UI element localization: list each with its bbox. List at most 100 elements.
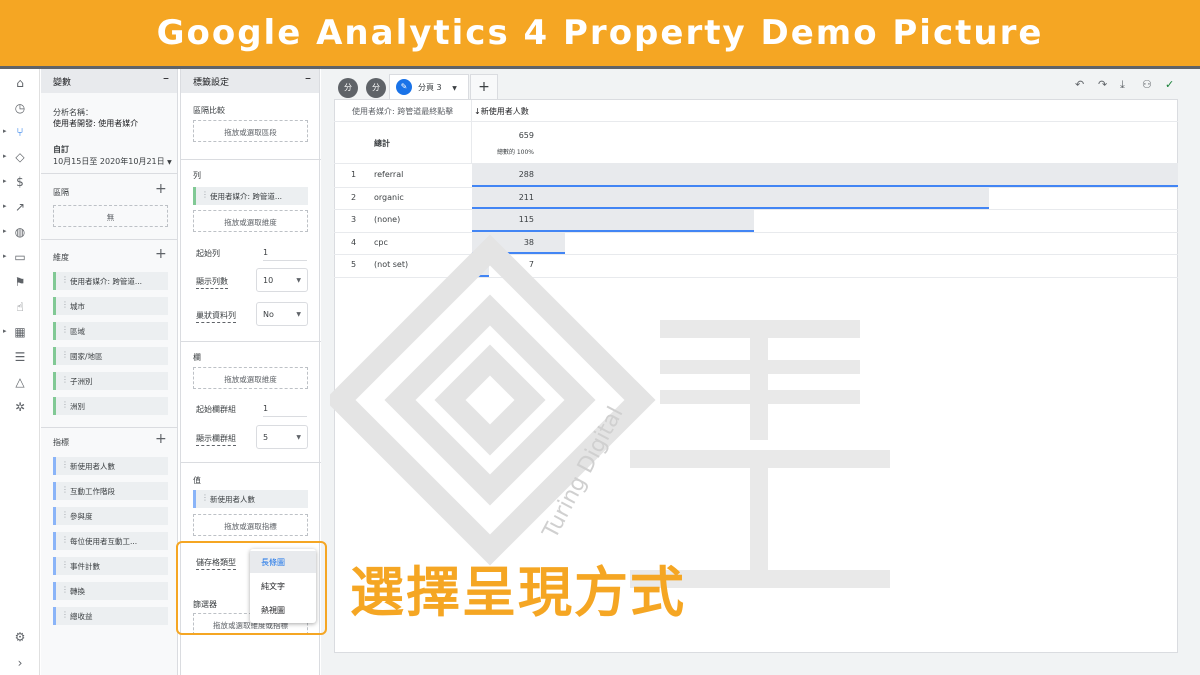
active-tab[interactable]: ✎ 分頁 3 ▼ <box>389 74 469 99</box>
variables-header: 變數 – <box>41 69 177 93</box>
devices-icon[interactable]: ▭ <box>12 249 28 265</box>
rows-drop-zone[interactable]: 拖放或選取維度 <box>193 210 308 232</box>
drag-handle-icon[interactable]: ⋮ <box>61 610 69 619</box>
drag-handle-icon[interactable]: ⋮ <box>61 560 69 569</box>
metric-chip[interactable]: ⋮ 參與度 <box>53 507 168 525</box>
nested-rows-select[interactable]: No ▼ <box>256 302 308 326</box>
date-range[interactable]: 10月15日至 2020年10月21日 ▼ <box>53 156 172 167</box>
metric-column-header[interactable]: ↓新使用者人數 <box>474 106 529 117</box>
redo-icon[interactable]: ↷ <box>1098 78 1107 91</box>
dropdown-arrow-icon: ▼ <box>296 311 301 318</box>
metric-chip[interactable]: ⋮ 總收益 <box>53 607 168 625</box>
caret-icon: ▸ <box>3 177 7 185</box>
download-icon[interactable]: ⤓ <box>1120 78 1125 92</box>
caret-icon: ▸ <box>3 202 7 210</box>
drag-handle-icon[interactable]: ⋮ <box>61 510 69 519</box>
drag-handle-icon[interactable]: ⋮ <box>61 275 69 284</box>
undo-icon[interactable]: ↶ <box>1075 78 1084 91</box>
dimension-label: 使用者媒介: 跨管道... <box>70 277 143 286</box>
dimension-label: 城市 <box>70 302 85 311</box>
show-rows-select[interactable]: 10 ▼ <box>256 268 308 292</box>
touch-icon[interactable]: ☝ <box>12 299 28 315</box>
add-segment-icon[interactable]: + <box>155 181 167 197</box>
columns-drop-zone[interactable]: 拖放或選取維度 <box>193 367 308 389</box>
start-col-group-input[interactable]: 1 <box>263 404 307 417</box>
menu-item-plain-text[interactable]: 純文字 <box>250 575 316 597</box>
audience-icon[interactable]: ☰ <box>12 349 28 365</box>
metric-chip[interactable]: ⋮ 新使用者人數 <box>53 457 168 475</box>
shapes-icon[interactable]: △ <box>12 374 28 390</box>
columns-label: 欄 <box>193 353 201 362</box>
dimension-chip[interactable]: ⋮ 區域 <box>53 322 168 340</box>
drag-handle-icon[interactable]: ⋮ <box>61 535 69 544</box>
row-divider <box>334 276 1178 278</box>
menu-item-heatmap[interactable]: 熱視圖 <box>250 599 316 621</box>
segment-drop-zone[interactable]: 拖放或選取區段 <box>193 120 308 142</box>
row-divider <box>334 231 1178 233</box>
dimension-chip[interactable]: ⋮ 城市 <box>53 297 168 315</box>
minimize-icon[interactable]: – <box>305 71 311 85</box>
home-icon[interactable]: ⌂ <box>12 75 28 91</box>
values-chip[interactable]: ⋮ 新使用者人數 <box>193 490 308 508</box>
globe-icon[interactable]: ◍ <box>12 224 28 240</box>
bug-icon[interactable]: ✲ <box>12 399 28 415</box>
drag-handle-icon[interactable]: ⋮ <box>61 585 69 594</box>
drag-handle-icon[interactable]: ⋮ <box>61 485 69 494</box>
report-icon[interactable]: ▦ <box>12 324 28 340</box>
drag-handle-icon[interactable]: ⋮ <box>61 375 69 384</box>
dimension-chip[interactable]: ⋮ 子洲別 <box>53 372 168 390</box>
share-icon[interactable]: ⚇ <box>1142 78 1152 91</box>
drag-handle-icon[interactable]: ⋮ <box>201 493 209 502</box>
row-dimension-value[interactable]: cpc <box>374 238 388 247</box>
tab-badge[interactable]: 分 <box>338 78 358 98</box>
tag-icon[interactable]: ◇ <box>12 149 28 165</box>
show-col-groups-select[interactable]: 5 ▼ <box>256 425 308 449</box>
metric-chip[interactable]: ⋮ 轉換 <box>53 582 168 600</box>
dimension-chip[interactable]: ⋮ 使用者媒介: 跨管道... <box>53 272 168 290</box>
metric-chip[interactable]: ⋮ 事件計數 <box>53 557 168 575</box>
start-row-input[interactable]: 1 <box>263 248 307 261</box>
dimension-chip[interactable]: ⋮ 洲別 <box>53 397 168 415</box>
row-dimension-value[interactable]: organic <box>374 193 404 202</box>
segments-empty[interactable]: 無 <box>53 205 168 227</box>
flag-icon[interactable]: ⚑ <box>12 274 28 290</box>
metric-chip[interactable]: ⋮ 互動工作階段 <box>53 482 168 500</box>
values-drop-zone[interactable]: 拖放或選取指標 <box>193 514 308 536</box>
menu-item-bar[interactable]: 長條圖 <box>250 551 316 573</box>
drag-handle-icon[interactable]: ⋮ <box>61 300 69 309</box>
add-dimension-icon[interactable]: + <box>155 246 167 262</box>
tab-caret-icon[interactable]: ▼ <box>452 85 457 92</box>
add-metric-icon[interactable]: + <box>155 431 167 447</box>
minimize-icon[interactable]: – <box>163 71 169 85</box>
add-tab-button[interactable]: + <box>470 74 498 99</box>
drag-handle-icon[interactable]: ⋮ <box>61 460 69 469</box>
row-dimension-value[interactable]: (none) <box>374 215 400 224</box>
row-dimension-value[interactable]: referral <box>374 170 403 179</box>
explore-icon[interactable]: ⑂ <box>12 124 28 140</box>
gear-icon[interactable]: ⚙ <box>12 629 28 645</box>
check-icon[interactable]: ✓ <box>1165 78 1174 91</box>
dollar-icon[interactable]: $ <box>12 174 28 190</box>
drag-handle-icon[interactable]: ⋮ <box>61 400 69 409</box>
metric-label: 參與度 <box>70 512 93 521</box>
row-metric-value: 38 <box>523 237 534 247</box>
metric-chip[interactable]: ⋮ 每位使用者互動工... <box>53 532 168 550</box>
tab-badge[interactable]: 分 <box>366 78 386 98</box>
dimension-chip[interactable]: ⋮ 國家/地區 <box>53 347 168 365</box>
clock-icon[interactable]: ◷ <box>12 100 28 116</box>
drag-handle-icon[interactable]: ⋮ <box>201 190 209 199</box>
date-label: 自訂 <box>53 145 69 154</box>
wand-icon[interactable]: ↗ <box>12 199 28 215</box>
drag-handle-icon[interactable]: ⋮ <box>61 350 69 359</box>
dimension-column-header[interactable]: 使用者媒介: 跨管道最終點擊 <box>352 106 453 117</box>
chevron-right-icon[interactable]: › <box>12 655 28 671</box>
rows-chip[interactable]: ⋮ 使用者媒介: 跨管道... <box>193 187 308 205</box>
row-metric-value: 288 <box>518 170 534 179</box>
analysis-name[interactable]: 使用者開發: 使用者媒介 <box>53 118 138 129</box>
divider <box>181 159 321 160</box>
cell-type-menu[interactable]: 長條圖 純文字 熱視圖 <box>250 549 316 623</box>
row-dimension-value[interactable]: (not set) <box>374 260 408 269</box>
nav-rail: ⌂ ◷ ▸ ⑂ ▸ ◇ ▸ $ ▸ ↗ ▸ ◍ ▸ ▭ ⚑ ☝ ▸ ▦ ☰ △ … <box>0 69 40 675</box>
drag-handle-icon[interactable]: ⋮ <box>61 325 69 334</box>
rows-label: 列 <box>193 171 201 180</box>
